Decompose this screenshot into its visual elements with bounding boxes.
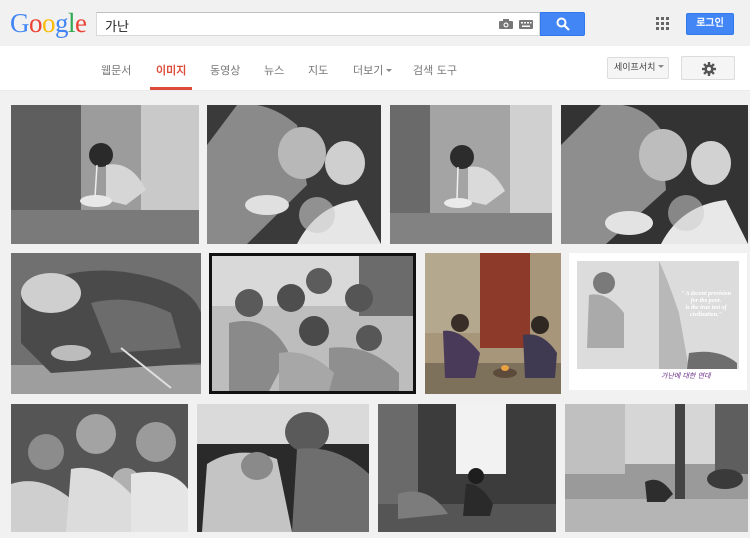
safesearch-button[interactable]: 세이프서치 [607, 57, 669, 79]
result-photo [209, 253, 416, 394]
tab-web[interactable]: 웹문서 [101, 62, 131, 78]
result-photo [378, 404, 556, 532]
quote-text: " A decent provision for the poor. is th… [666, 291, 746, 319]
result-photo [11, 404, 188, 532]
tab-search-tools[interactable]: 검색 도구 [413, 62, 457, 78]
image-result[interactable]: " A decent provision for the poor. is th… [569, 253, 747, 390]
result-photo [197, 404, 369, 532]
image-result[interactable] [390, 105, 552, 244]
chevron-down-icon [658, 65, 665, 68]
image-result[interactable] [378, 404, 556, 532]
result-photo [11, 253, 201, 394]
result-photo [425, 253, 561, 394]
quote-line: " A decent provision [680, 291, 732, 297]
tab-videos[interactable]: 동영상 [210, 62, 240, 78]
image-result[interactable] [565, 404, 748, 532]
result-photo [11, 105, 199, 244]
logo-letter: o [29, 8, 43, 38]
apps-grid-icon[interactable] [656, 17, 669, 30]
logo-letter: e [75, 8, 87, 38]
search-icon [556, 17, 570, 31]
search-input[interactable]: 가난 [96, 12, 540, 36]
safesearch-label: 세이프서치 [614, 63, 656, 73]
logo-letter: l [68, 8, 76, 38]
google-logo[interactable]: Google [10, 8, 87, 38]
signature-text: 가난에 대한 연대 [661, 372, 711, 380]
result-photo [565, 404, 748, 532]
image-result[interactable] [197, 404, 369, 532]
quote-line: for the poor. [690, 298, 722, 304]
search-button[interactable] [540, 12, 585, 36]
image-result[interactable] [561, 105, 748, 244]
image-result[interactable] [11, 404, 188, 532]
quote-line: civilization." [690, 312, 722, 318]
result-photo [207, 105, 381, 244]
quote-line: is the true test of [685, 305, 727, 311]
logo-letter: g [55, 8, 69, 38]
image-result[interactable] [209, 253, 416, 394]
result-photo [569, 253, 747, 390]
logo-letter: o [42, 8, 56, 38]
result-photo [561, 105, 748, 244]
tab-maps[interactable]: 지도 [308, 62, 328, 78]
image-result[interactable] [11, 253, 201, 394]
image-result[interactable] [207, 105, 381, 244]
tab-more-label: 더보기 [353, 64, 384, 77]
tab-news[interactable]: 뉴스 [264, 62, 284, 78]
active-tab-indicator [150, 87, 192, 90]
image-result[interactable] [11, 105, 199, 244]
tab-images[interactable]: 이미지 [156, 62, 186, 78]
image-result[interactable] [425, 253, 561, 394]
gear-icon [702, 62, 716, 76]
search-query-text[interactable]: 가난 [105, 16, 129, 35]
keyboard-icon[interactable] [519, 20, 533, 29]
result-photo [390, 105, 552, 244]
settings-button[interactable] [681, 56, 735, 80]
top-bar: Google 가난 로그인 [0, 0, 750, 46]
login-button[interactable]: 로그인 [686, 13, 734, 35]
camera-icon[interactable] [499, 19, 513, 29]
image-results-grid: " A decent provision for the poor. is th… [0, 91, 750, 538]
search-tabs-bar: 웹문서 이미지 동영상 뉴스 지도 더보기 검색 도구 세이프서치 [0, 46, 750, 91]
chevron-down-icon [386, 69, 393, 72]
logo-letter: G [10, 8, 30, 38]
tab-more[interactable]: 더보기 [353, 62, 393, 78]
